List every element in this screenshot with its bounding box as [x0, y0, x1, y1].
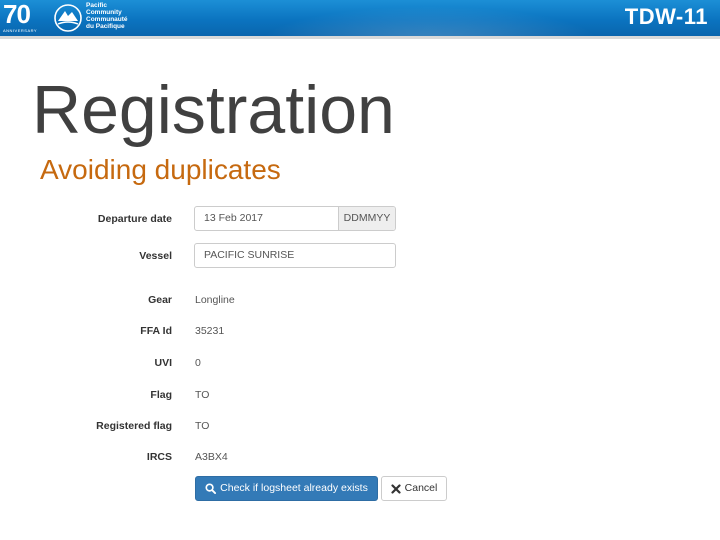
cancel-label: Cancel: [404, 482, 438, 494]
ffa-id-label: FFA Id: [140, 325, 172, 337]
registered-flag-label: Registered flag: [96, 420, 172, 432]
org-line: Pacific: [86, 2, 107, 9]
search-icon: [205, 483, 217, 494]
uvi-value: 0: [195, 357, 201, 369]
event-title: TDW-11: [624, 4, 708, 29]
check-logsheet-label: Check if logsheet already exists: [220, 482, 368, 494]
vessel-label: Vessel: [139, 250, 172, 262]
org-line: Communauté: [86, 16, 128, 23]
ircs-label: IRCS: [146, 451, 172, 463]
departure-date-label: Departure date: [97, 213, 172, 225]
vessel-field[interactable]: PACIFIC SUNRISE: [194, 243, 396, 268]
anniversary-logo: 70 ANNIVERSARY: [3, 0, 47, 35]
ffa-id-value: 35231: [195, 325, 225, 337]
flag-value: TO: [195, 389, 210, 401]
ircs-value: A3BX4: [195, 451, 228, 463]
org-line: Community: [86, 9, 122, 16]
uvi-label: UVI: [154, 357, 172, 369]
anniversary-number: 70: [3, 0, 31, 29]
departure-date-field[interactable]: 13 Feb 2017: [195, 207, 338, 230]
organisation-name: Pacific Community Communauté du Pacifiqu…: [86, 2, 128, 30]
pacific-community-logo-icon: [54, 4, 82, 32]
close-icon: [391, 483, 401, 494]
cancel-button[interactable]: Cancel: [381, 476, 447, 501]
check-logsheet-button[interactable]: Check if logsheet already exists: [195, 476, 378, 501]
gear-value: Longline: [195, 294, 235, 306]
slide-title: Registration: [32, 72, 395, 148]
banner-decoration: [230, 0, 630, 36]
anniversary-caption: ANNIVERSARY: [3, 28, 38, 33]
header-banner: 70 ANNIVERSARY Pacific Community Communa…: [0, 0, 720, 39]
org-line: du Pacifique: [86, 23, 125, 30]
departure-date-input-group[interactable]: 13 Feb 2017 DDMMYY: [194, 206, 396, 231]
slide-subtitle: Avoiding duplicates: [40, 154, 281, 185]
gear-label: Gear: [148, 294, 172, 306]
flag-label: Flag: [150, 389, 172, 401]
date-format-addon: DDMMYY: [338, 207, 395, 230]
registered-flag-value: TO: [195, 420, 210, 432]
